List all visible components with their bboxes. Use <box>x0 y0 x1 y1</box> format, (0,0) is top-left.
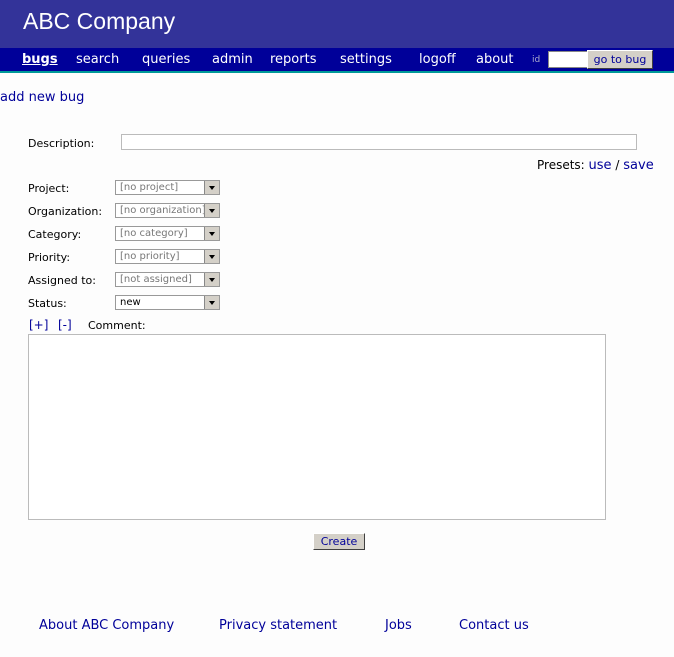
presets: Presets: use / save <box>537 158 654 173</box>
priority-select[interactable]: [no priority] <box>115 249 220 264</box>
chevron-down-icon <box>204 181 219 194</box>
bug-id-input[interactable] <box>548 51 590 68</box>
nav-search[interactable]: search <box>76 52 119 67</box>
presets-use-link[interactable]: use <box>589 158 612 173</box>
footer-jobs-link[interactable]: Jobs <box>385 618 412 633</box>
create-button[interactable]: Create <box>313 533 365 550</box>
presets-separator: / <box>615 158 620 172</box>
project-select[interactable]: [no project] <box>115 180 220 195</box>
status-select[interactable]: new <box>115 295 220 310</box>
organization-select[interactable]: [no organization] <box>115 203 220 218</box>
company-logo: ABC Company <box>23 8 176 34</box>
chevron-down-icon <box>204 204 219 217</box>
go-to-bug-button[interactable]: go to bug <box>587 50 653 69</box>
chevron-down-icon <box>204 227 219 240</box>
comment-label: Comment: <box>88 319 146 332</box>
status-value: new <box>120 297 141 308</box>
nav-bar: bugs search queries admin reports settin… <box>0 48 674 73</box>
footer-about-link[interactable]: About ABC Company <box>39 618 174 633</box>
add-new-bug-link[interactable]: add new bug <box>0 90 84 105</box>
nav-about[interactable]: about <box>476 52 514 67</box>
nav-admin[interactable]: admin <box>212 52 253 67</box>
bug-id-label: id <box>532 55 541 65</box>
nav-bugs[interactable]: bugs <box>22 52 58 67</box>
chevron-down-icon <box>204 250 219 263</box>
chevron-down-icon <box>204 296 219 309</box>
description-label: Description: <box>28 137 95 150</box>
priority-label: Priority: <box>28 251 71 264</box>
assigned-to-label: Assigned to: <box>28 274 96 287</box>
category-value: [no category] <box>120 228 188 239</box>
assigned-to-select[interactable]: [not assigned] <box>115 272 220 287</box>
footer-privacy-link[interactable]: Privacy statement <box>219 618 337 633</box>
project-label: Project: <box>28 182 70 195</box>
nav-reports[interactable]: reports <box>270 52 316 67</box>
collapse-comment-link[interactable]: [-] <box>58 318 72 332</box>
comment-textarea[interactable] <box>28 334 606 520</box>
nav-settings[interactable]: settings <box>340 52 392 67</box>
category-select[interactable]: [no category] <box>115 226 220 241</box>
presets-save-link[interactable]: save <box>623 158 653 173</box>
presets-label: Presets: <box>537 158 585 172</box>
footer-contact-link[interactable]: Contact us <box>459 618 529 633</box>
project-value: [no project] <box>120 182 179 193</box>
nav-queries[interactable]: queries <box>142 52 190 67</box>
chevron-down-icon <box>204 273 219 286</box>
expand-comment-link[interactable]: [+] <box>29 318 48 332</box>
priority-value: [no priority] <box>120 251 180 262</box>
status-label: Status: <box>28 297 67 310</box>
assigned-to-value: [not assigned] <box>120 274 192 285</box>
nav-logoff[interactable]: logoff <box>419 52 456 67</box>
organization-label: Organization: <box>28 205 103 218</box>
description-input[interactable] <box>121 134 637 150</box>
organization-value: [no organization] <box>120 205 206 216</box>
header-bar: ABC Company <box>0 0 674 48</box>
category-label: Category: <box>28 228 82 241</box>
